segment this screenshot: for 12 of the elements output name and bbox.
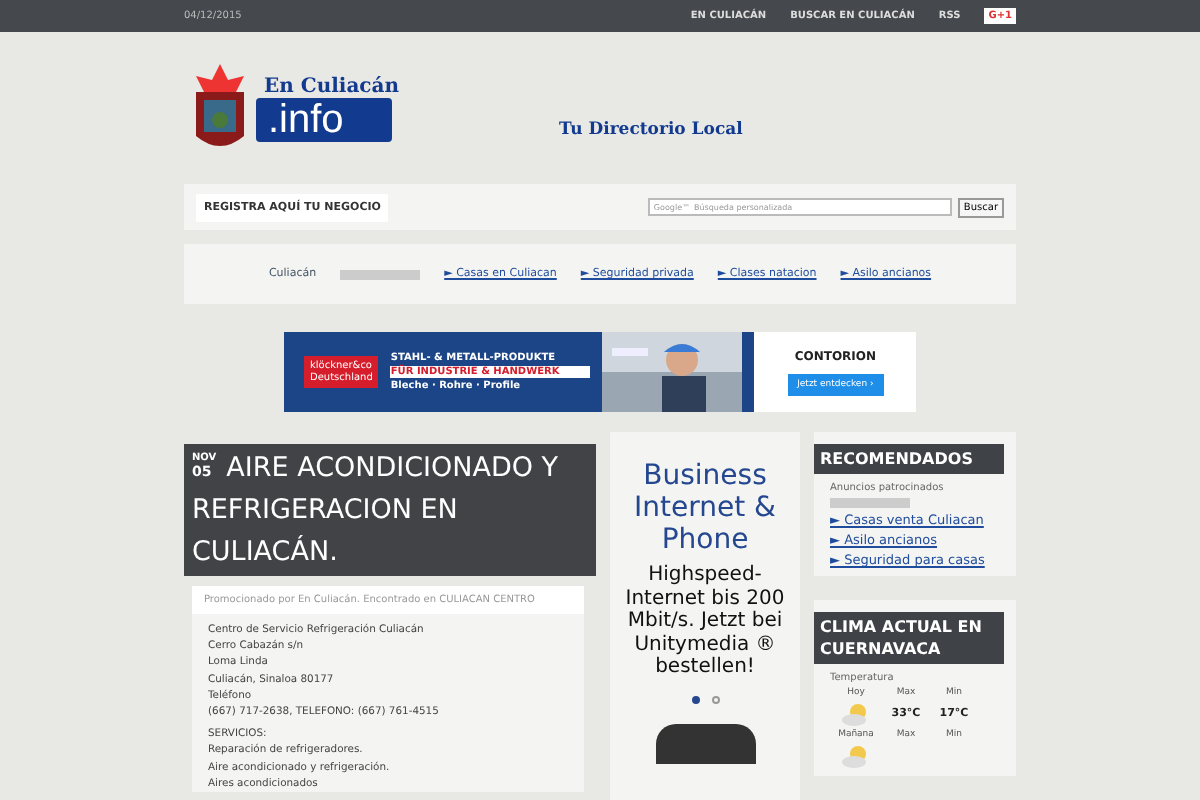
crest-icon xyxy=(192,64,248,152)
logo-title: En Culiacán xyxy=(264,75,400,97)
sun-cloud-icon xyxy=(840,744,872,768)
section-title: RECOMENDADOS xyxy=(814,444,1004,474)
carousel-dot[interactable] xyxy=(691,695,699,703)
logo-domain: .info xyxy=(256,97,392,141)
section-title: CLIMA ACTUAL EN CUERNAVACA xyxy=(814,612,1004,664)
tagline: Tu Directorio Local xyxy=(559,120,743,140)
ad-body: Highspeed-Internet bis 200 Mbit/s. Jetzt bei Unitymedia ® bestellen! xyxy=(623,564,787,679)
ad-title: Business Internet & Phone xyxy=(632,460,778,556)
sun-cloud-icon xyxy=(840,702,872,726)
carousel-dot[interactable] xyxy=(711,695,719,703)
